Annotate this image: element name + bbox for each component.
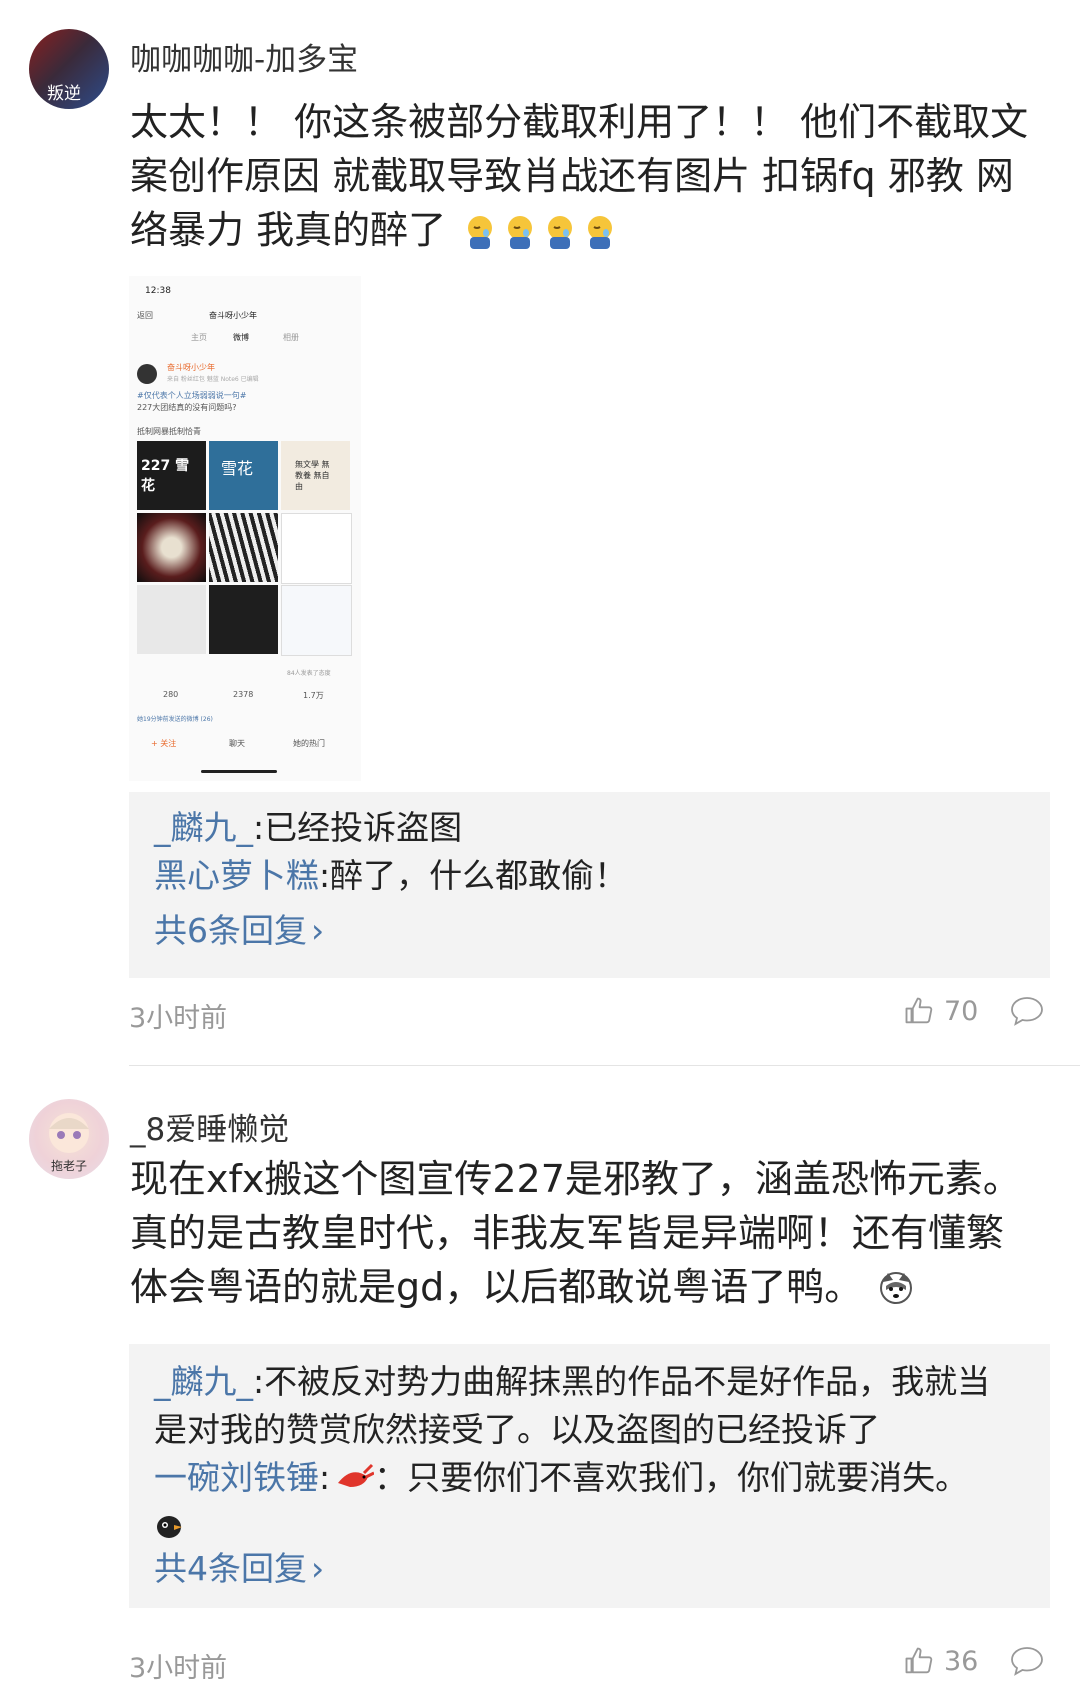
comment-bubble-icon[interactable] [1010, 1645, 1044, 1677]
reply-item: _麟九_:不被反对势力曲解抹黑的作品不是好作品，我就当 是对我的赞赏欣然接受了。… [154, 1362, 991, 1449]
sleepy-face-emoji [542, 209, 578, 249]
screenshot-comment-count: 2378 [233, 690, 254, 699]
reply-text: 是对我的赞赏欣然接受了。以及盗图的已经投诉了 [154, 1410, 880, 1449]
reply-preview-box[interactable]: _麟九_:不被反对势力曲解抹黑的作品不是好作品，我就当 是对我的赞赏欣然接受了。… [129, 1344, 1050, 1608]
screenshot-image-tile [137, 585, 206, 654]
avatar[interactable]: 拖老子 [29, 1099, 109, 1179]
screenshot-tab-home: 主页 [191, 333, 207, 342]
screenshot-image-tile [281, 513, 352, 584]
username[interactable]: 咖咖咖咖-加多宝 [130, 34, 358, 79]
avatar-label: 拖老子 [51, 1159, 88, 1173]
black-bird-emoji [157, 1516, 182, 1538]
screenshot-tab-weibo: 微博 [233, 333, 249, 342]
reply-text: ：只要你们不喜欢我们，你们就要消失。 [374, 1458, 969, 1497]
screenshot-follow: + 关注 [151, 739, 177, 748]
reply-text: 已经投诉盗图 [264, 808, 463, 847]
like-button[interactable]: 70 [904, 996, 978, 1027]
crayfish-emoji [334, 1460, 375, 1496]
reply-username[interactable]: 一碗刘铁锤 [154, 1458, 319, 1497]
back-link: 返回 [137, 311, 153, 320]
reply-item: 黑心萝卜糕:醉了，什么都敢偷！ [154, 856, 628, 895]
screenshot-post-meta: 来自 粉丝红包 魅蓝 Note6 已编辑 [167, 376, 259, 383]
screenshot-image-tile [281, 585, 352, 656]
sleepy-face-emoji [502, 209, 538, 249]
reply-username[interactable]: _麟九_ [154, 808, 253, 847]
status-time: 12:38 [145, 286, 171, 296]
comment-item: 拖老子 _8爱睡懒觉 现在xfx搬这个图宣传227是邪教了，涵盖恐怖元素。 真的… [0, 1066, 1080, 1705]
screenshot-hot: 她的热门 [293, 739, 325, 748]
reply-item: _麟九_:已经投诉盗图 [154, 808, 463, 847]
husky-dog-emoji [878, 1266, 914, 1304]
screenshot-reactions: 84人发表了态度 [287, 670, 331, 677]
comment-time: 3小时前 [129, 1653, 228, 1684]
avatar[interactable]: 叛逆 [29, 29, 109, 109]
screenshot-post-topic: #仅代表个人立场弱弱说一句# [137, 391, 247, 400]
screenshot-image-tile [209, 585, 278, 654]
screenshot-chat: 聊天 [229, 739, 245, 748]
avatar-label: 叛逆 [47, 84, 81, 104]
screenshot-page-title: 奋斗呀小少年 [209, 311, 257, 320]
screenshot-post-avatar [137, 364, 157, 384]
screenshot-repost-count: 280 [163, 690, 179, 699]
reply-username[interactable]: _麟九_ [154, 1362, 253, 1401]
chevron-right-icon: › [311, 911, 325, 950]
screenshot-recent-bar: 她19分钟前发送的微博 (26) [137, 716, 213, 723]
comment-bubble-icon[interactable] [1010, 995, 1044, 1027]
screenshot-image-tile: 無文學 無教養 無自由 [281, 441, 350, 510]
reply-username[interactable]: 黑心萝卜糕 [154, 856, 319, 895]
comment-item: 叛逆 咖咖咖咖-加多宝 太太！！ 你这条被部分截取利用了！！ 他们不截取文 案创… [0, 0, 1080, 1065]
screenshot-post-text: 227大团结真的没有问题吗? [137, 403, 237, 412]
like-button[interactable]: 36 [904, 1646, 978, 1677]
screenshot-image-tile [209, 513, 278, 582]
home-indicator [201, 770, 277, 773]
reply-preview-box[interactable]: _麟九_:已经投诉盗图 黑心萝卜糕:醉了，什么都敢偷！ 共6条回复 › [129, 792, 1050, 978]
sleepy-face-emoji [462, 209, 498, 249]
reply-text: 不被反对势力曲解抹黑的作品不是好作品，我就当 [264, 1362, 991, 1401]
chevron-right-icon: › [311, 1549, 325, 1588]
reply-text: 醉了，什么都敢偷！ [330, 856, 628, 895]
more-replies-link[interactable]: 共6条回复 › [154, 904, 324, 952]
screenshot-tab-album: 相册 [283, 333, 299, 342]
like-count: 70 [944, 996, 979, 1027]
reply-item: 一碗刘铁锤: ：只要你们不喜欢我们，你们就要消失。 [154, 1458, 969, 1497]
screenshot-image-tile: 雪花 [209, 441, 278, 510]
username[interactable]: _8爱睡懒觉 [130, 1104, 289, 1149]
thumbs-up-icon [905, 1647, 933, 1674]
screenshot-image-tile: 227 雪花 [137, 441, 206, 510]
comment-time: 3小时前 [129, 1003, 228, 1034]
more-replies-link[interactable]: 共4条回复 › [154, 1542, 324, 1590]
comment-text: 太太！！ 你这条被部分截取利用了！！ 他们不截取文 案创作原因 就截取导致肖战还… [130, 100, 1029, 252]
screenshot-post-author: 奋斗呀小少年 [167, 363, 215, 372]
comment-text: 现在xfx搬这个图宣传227是邪教了，涵盖恐怖元素。 真的是古教皇时代，非我友军… [130, 1157, 1021, 1309]
thumbs-up-icon [905, 997, 933, 1024]
like-count: 36 [944, 1646, 979, 1677]
attached-image[interactable]: 12:38 返回 奋斗呀小少年 主页 微博 相册 奋斗呀小少年 来自 粉丝红包 … [129, 276, 361, 781]
screenshot-image-tile [137, 513, 206, 582]
screenshot-like-count: 1.7万 [303, 691, 324, 700]
screenshot-post-text: 抵制网暴抵制恰青 [137, 427, 201, 436]
sleepy-face-emoji [582, 209, 618, 249]
